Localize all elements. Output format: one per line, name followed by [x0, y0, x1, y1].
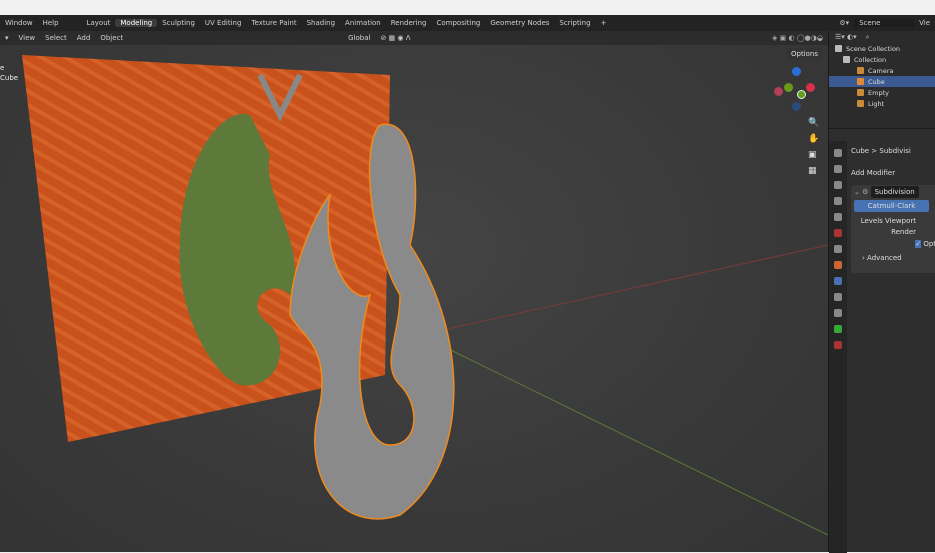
tab-sculpting[interactable]: Sculpting [157, 19, 200, 27]
view-layer-selector[interactable]: Vie [914, 19, 935, 27]
x-axis-line [419, 244, 828, 336]
menu-select[interactable]: Select [40, 34, 72, 42]
catmull-clark-button[interactable]: Catmull-Clark [854, 200, 929, 212]
tab-rendering[interactable]: Rendering [386, 19, 432, 27]
editor-type-dropdown[interactable]: ▾ [0, 34, 14, 42]
optimal-display-checkbox[interactable]: ✓ Opti [854, 240, 935, 248]
shading-buttons[interactable]: ◈ ▣ ◐ ◯●◑◒ [767, 34, 828, 42]
outliner-item-cube[interactable]: Cube [829, 76, 935, 87]
modifier-name-field[interactable]: Subdivision [870, 186, 919, 198]
breadcrumb: Cube > Subdivisi [851, 147, 911, 155]
outliner-header[interactable]: ☰▾ ◐▾ ⌕ [829, 31, 935, 43]
transform-orientation-dropdown[interactable]: Global [343, 34, 375, 42]
viewport-nav-buttons[interactable]: 🔍 ✋ ▣ ▦ [808, 115, 819, 179]
tab-texture-paint[interactable]: Texture Paint [246, 19, 301, 27]
viewport-header: ▾ View Select Add Object Global ⊘ ▦ ◉ Λ … [0, 31, 828, 45]
scene-icon[interactable]: ⚙▾ [834, 19, 854, 27]
tab-geometry-nodes[interactable]: Geometry Nodes [485, 19, 554, 27]
tab-shading[interactable]: Shading [302, 19, 340, 27]
advanced-subpanel[interactable]: › Advanced [854, 254, 935, 262]
scene-selector[interactable]: Scene [854, 19, 915, 27]
tab-scripting[interactable]: Scripting [554, 19, 595, 27]
menu-window[interactable]: Window [0, 19, 38, 27]
render-label: Render [891, 228, 916, 236]
menu-add[interactable]: Add [72, 34, 96, 42]
menu-object[interactable]: Object [95, 34, 128, 42]
outliner-collection[interactable]: Collection [829, 54, 935, 65]
tab-uv-editing[interactable]: UV Editing [200, 19, 247, 27]
right-panels: ☰▾ ◐▾ ⌕ Scene Collection Collection Came… [828, 31, 935, 553]
menu-view[interactable]: View [14, 34, 41, 42]
top-bar: Window Help Layout Modeling Sculpting UV… [0, 15, 935, 31]
tab-compositing[interactable]: Compositing [431, 19, 485, 27]
levels-viewport-label: Levels Viewport [860, 217, 916, 225]
properties-editor: Cube > Subdivisi Add Modifier ⌄ ⚙ Subdiv… [829, 128, 935, 553]
add-workspace-button[interactable]: + [596, 19, 612, 27]
tab-modeling[interactable]: Modeling [115, 19, 158, 27]
add-modifier-button[interactable]: Add Modifier [851, 169, 935, 177]
navigation-gizmo[interactable] [774, 65, 818, 115]
3d-viewport[interactable]: e Cube Options 🔍 ✋ ▣ ▦ [0, 45, 828, 552]
tab-animation[interactable]: Animation [340, 19, 386, 27]
outliner-item-camera[interactable]: Camera [829, 65, 935, 76]
outliner-scene-collection[interactable]: Scene Collection [829, 43, 935, 54]
tab-layout[interactable]: Layout [82, 19, 116, 27]
scene-render [22, 55, 828, 536]
outliner-item-light[interactable]: Light [829, 98, 935, 109]
y-axis-line [419, 334, 828, 536]
modifier-panel: ⌄ ⚙ Subdivision Catmull-Clark Levels Vie… [851, 185, 935, 273]
snap-icon[interactable]: ⊘ ▦ ◉ Λ [375, 34, 415, 42]
properties-tabs[interactable] [829, 141, 847, 553]
outliner-item-empty[interactable]: Empty [829, 87, 935, 98]
menu-help[interactable]: Help [38, 19, 64, 27]
